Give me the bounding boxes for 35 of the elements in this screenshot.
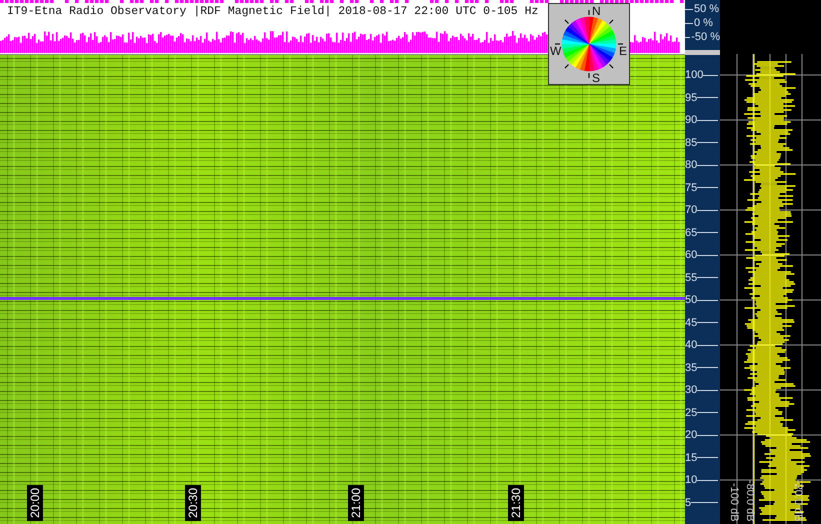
- compass-south-label: S: [592, 72, 600, 84]
- frequency-label: 100: [685, 69, 704, 82]
- frequency-label: 25: [685, 406, 698, 419]
- frequency-label: 55: [685, 272, 698, 284]
- percent-label: 50 %: [694, 3, 720, 15]
- db-label: -100 dB: [728, 483, 740, 522]
- percent-label: -50 %: [691, 31, 720, 43]
- frequency-label: 35: [685, 362, 698, 374]
- frequency-label: 80: [685, 159, 698, 172]
- db-label: -20.0 dB: [792, 480, 804, 522]
- frequency-label: 10: [685, 474, 698, 486]
- frequency-label: 45: [685, 316, 698, 329]
- frequency-label: 95: [685, 92, 698, 104]
- frequency-label: 85: [685, 136, 698, 149]
- frequency-label: 5: [685, 496, 692, 509]
- time-label: 20:30: [185, 484, 201, 521]
- frequency-label: 50: [685, 294, 698, 306]
- frequency-label: 70: [685, 204, 698, 216]
- frequency-label: 65: [685, 226, 698, 239]
- frequency-label: 30: [685, 384, 698, 396]
- db-label: -80.0 dB: [744, 480, 756, 522]
- compass-east-label: E: [619, 45, 628, 57]
- percent-label: 0 %: [694, 17, 713, 29]
- time-label: 21:30: [508, 484, 524, 521]
- frequency-label: 40: [685, 339, 698, 352]
- frequency-label: 60: [685, 249, 698, 262]
- compass-north-label: N: [592, 5, 601, 17]
- time-label: 21:00: [348, 484, 364, 521]
- frequency-label: 90: [685, 114, 698, 126]
- time-label: 20:00: [27, 484, 43, 521]
- frequency-label: 20: [685, 429, 698, 442]
- window-title: IT9-Etna Radio Observatory |RDF Magnetic Field| 2018-08-17 22:00 UTC 0-105 Hz: [6, 4, 538, 20]
- frequency-label: 15: [685, 452, 698, 464]
- compass-west-label: W: [550, 45, 562, 57]
- frequency-label: 75: [685, 182, 698, 194]
